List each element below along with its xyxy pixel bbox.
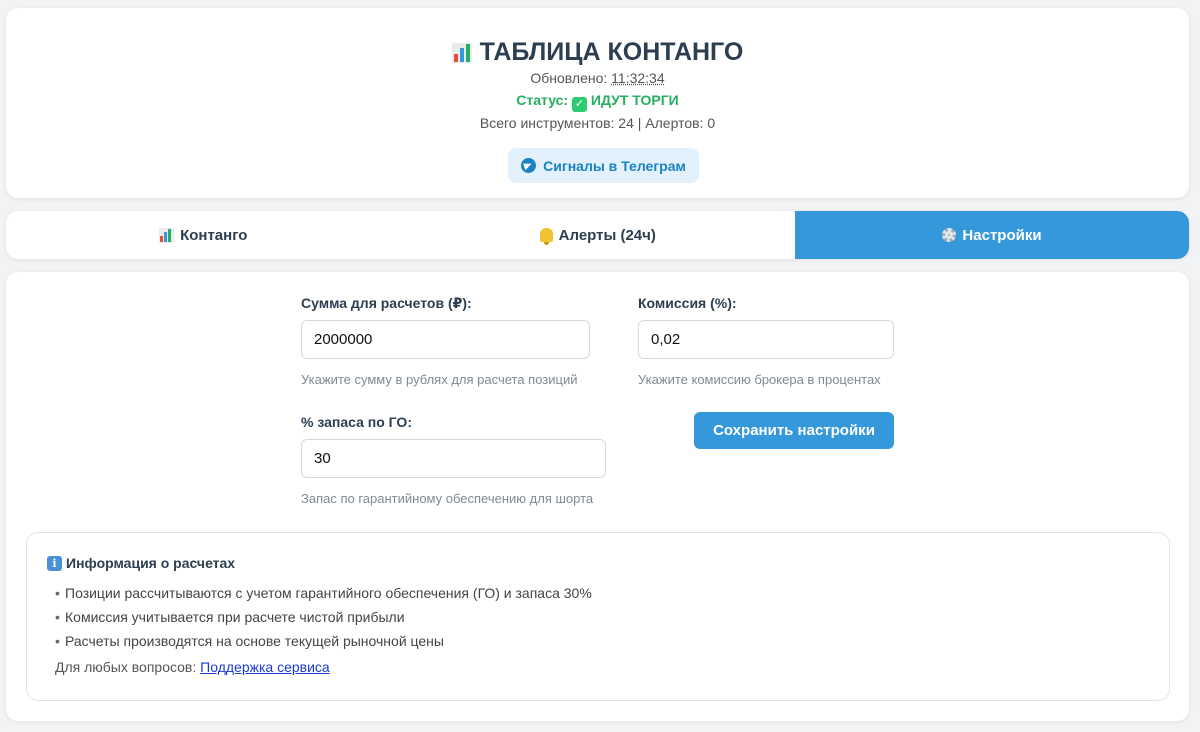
gear-icon [942, 228, 957, 242]
bar-chart-icon [159, 227, 175, 243]
margin-reserve-hint: Запас по гарантийному обеспечению для шо… [301, 491, 594, 506]
page-title: ТАБЛИЦА КОНТАНГО [6, 38, 1189, 67]
updated-time: 11:32:34 [611, 70, 665, 86]
updated-line: Обновлено: 11:32:34 [6, 70, 1189, 86]
info-box: i Информация о расчетах Позиции рассчиты… [26, 532, 1170, 701]
telegram-icon [521, 158, 537, 173]
amount-hint: Укажите сумму в рублях для расчета позиц… [301, 372, 578, 387]
tab-alerts[interactable]: Алерты (24ч) [401, 211, 796, 259]
status-label: Статус: [516, 92, 569, 108]
commission-input[interactable]: 0,02 [638, 320, 894, 359]
settings-panel: Сумма для расчетов (₽): 2000000 Укажите … [6, 272, 1189, 721]
page-title-text: ТАБЛИЦА КОНТАНГО [479, 38, 744, 66]
commission-label: Комиссия (%): [638, 295, 737, 311]
totals-line: Всего инструментов: 24 | Алертов: 0 [479, 115, 716, 131]
tab-label: Настройки [962, 226, 1042, 244]
support-text: Для любых вопросов: [55, 659, 197, 675]
telegram-button-label: Сигналы в Телеграм [543, 157, 686, 174]
header-card: ТАБЛИЦА КОНТАНГО Обновлено: 11:32:34 Ста… [6, 8, 1189, 198]
support-line: Для любых вопросов: Поддержка сервиса [55, 659, 330, 675]
updated-label: Обновлено: [530, 70, 608, 86]
bar-chart-icon [451, 42, 472, 63]
bell-icon [539, 228, 553, 245]
check-icon: ✓ [572, 97, 588, 112]
list-item: Расчеты производятся на основе текущей р… [55, 629, 592, 653]
list-item: Позиции рассчитываются с учетом гарантий… [55, 581, 592, 605]
tab-label: Алерты (24ч) [558, 226, 656, 244]
status-value: ИДУТ ТОРГИ [590, 92, 679, 108]
info-list: Позиции рассчитываются с учетом гарантий… [55, 581, 592, 653]
amount-input[interactable]: 2000000 [301, 320, 590, 359]
margin-reserve-input[interactable]: 30 [301, 439, 606, 478]
save-settings-button[interactable]: Сохранить настройки [694, 412, 894, 449]
margin-reserve-label: % запаса по ГО: [301, 414, 412, 430]
support-link[interactable]: Поддержка сервиса [200, 659, 330, 675]
tab-settings[interactable]: Настройки [795, 211, 1189, 259]
list-item: Комиссия учитывается при расчете чистой … [55, 605, 592, 629]
tab-contango[interactable]: Контанго [6, 211, 401, 259]
amount-label: Сумма для расчетов (₽): [301, 295, 472, 311]
info-icon: i [47, 555, 62, 571]
info-title-text: Информация о расчетах [66, 555, 236, 571]
status-line: Статус: ✓ ИДУТ ТОРГИ [6, 92, 1189, 112]
commission-hint: Укажите комиссию брокера в процентах [638, 372, 881, 387]
info-title: i Информация о расчетах [47, 555, 235, 571]
telegram-signals-button[interactable]: Сигналы в Телеграм [508, 148, 699, 183]
tab-label: Контанго [180, 226, 248, 244]
tab-bar: Контанго Алерты (24ч) Настройки [6, 211, 1189, 259]
